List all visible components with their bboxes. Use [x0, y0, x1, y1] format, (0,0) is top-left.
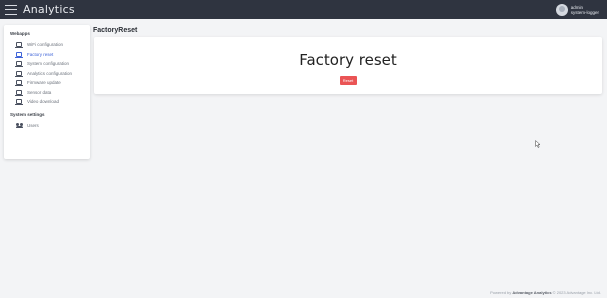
sidebar-item-label: Video download [27, 99, 59, 105]
sidebar-item-video-download[interactable]: Video download [4, 97, 90, 107]
sidebar: Webapps WiFi configuration Factory reset… [4, 25, 90, 159]
footer-company-link[interactable]: Advantage Analytics [512, 290, 551, 295]
sidebar-item-system-configuration[interactable]: System configuration [4, 59, 90, 69]
monitor-icon [15, 99, 23, 106]
hamburger-menu-icon[interactable] [5, 4, 17, 15]
app-brand[interactable]: Analytics [23, 3, 75, 16]
sidebar-item-users[interactable]: Users [4, 121, 90, 131]
sidebar-item-label: WiFi configuration [27, 42, 64, 48]
sidebar-item-label: Factory reset [27, 51, 54, 57]
page-title: FactoryReset [93, 27, 138, 34]
card-heading: Factory reset [299, 51, 397, 69]
sidebar-item-firmware-update[interactable]: Firmware update [4, 78, 90, 88]
users-icon [16, 122, 23, 128]
footer-prefix: Powered by [490, 290, 513, 295]
user-menu[interactable]: admin system-logger [555, 2, 599, 17]
monitor-icon [15, 70, 23, 77]
user-info: admin system-logger [571, 5, 599, 15]
sidebar-item-label: Users [27, 122, 39, 128]
avatar[interactable] [555, 3, 568, 16]
sidebar-section-title-webapps: Webapps [10, 31, 30, 36]
monitor-icon [15, 42, 23, 49]
sidebar-item-factory-reset[interactable]: Factory reset [4, 50, 90, 60]
monitor-icon [15, 51, 23, 58]
mouse-cursor-icon [535, 140, 541, 148]
sidebar-item-sensor-data[interactable]: Sensor data [4, 88, 90, 98]
reset-button[interactable]: Reset [339, 76, 357, 85]
monitor-icon [15, 61, 23, 68]
monitor-icon [15, 80, 23, 87]
sidebar-item-label: System configuration [27, 61, 70, 67]
monitor-icon [15, 89, 23, 96]
footer-suffix: © 2023 Advantage Inc. Ltd. [551, 290, 601, 295]
sidebar-item-label: Sensor data [27, 89, 52, 95]
sidebar-item-label: Firmware update [27, 80, 61, 86]
top-bar: Analytics admin system-logger [0, 0, 607, 19]
sidebar-item-label: Analytics configuration [27, 70, 73, 76]
sidebar-section-title-system-settings: System settings [10, 111, 45, 117]
footer: Powered by Advantage Analytics © 2023 Ad… [490, 290, 601, 295]
user-role: system-logger [570, 9, 599, 15]
factory-reset-card: Factory reset Reset [94, 37, 602, 94]
sidebar-item-analytics-configuration[interactable]: Analytics configuration [4, 69, 90, 79]
sidebar-item-wifi-configuration[interactable]: WiFi configuration [4, 40, 90, 50]
